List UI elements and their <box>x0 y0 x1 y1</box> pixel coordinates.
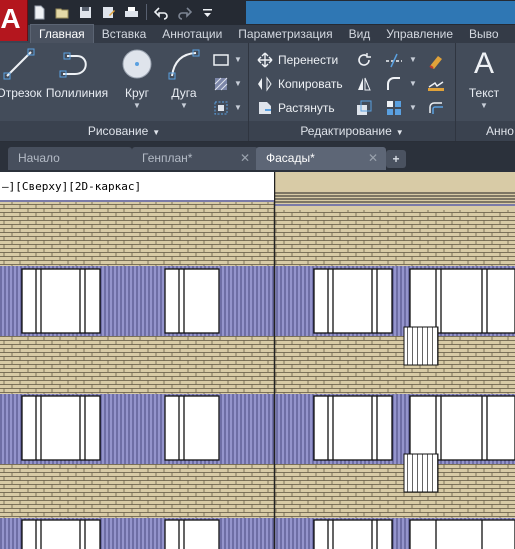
redo-icon[interactable] <box>175 3 194 22</box>
roof-cornice <box>274 172 515 210</box>
text-tool-label: Текст <box>468 86 500 100</box>
arc-icon <box>162 47 206 81</box>
stretch-tool-button[interactable]: Растянуть <box>257 97 335 119</box>
scale-icon[interactable] <box>353 97 375 119</box>
close-icon[interactable]: ✕ <box>240 147 250 170</box>
hatch-icon[interactable] <box>210 73 232 95</box>
title-bar: A <box>0 0 515 41</box>
fillet-icon[interactable] <box>383 73 405 95</box>
circle-tool-button[interactable]: Круг ▼ <box>114 47 160 110</box>
hatch-dropdown-icon[interactable]: ▼ <box>234 79 242 88</box>
ribbon-tab-bar: Главная Вставка Аннотации Параметризация… <box>30 24 515 44</box>
trim-dropdown-icon[interactable]: ▼ <box>409 55 417 64</box>
stretch-icon <box>259 102 271 114</box>
stretch-tool-label: Растянуть <box>278 101 335 115</box>
open-icon[interactable] <box>53 3 72 22</box>
array-dropdown-icon[interactable]: ▼ <box>409 103 417 112</box>
tab-annotate[interactable]: Аннотации <box>154 25 230 43</box>
tab-insert[interactable]: Вставка <box>94 25 155 43</box>
polyline-tool-button[interactable]: Полилиния <box>44 47 110 100</box>
doc-tab-label: Начало <box>18 151 60 165</box>
doc-tab-genplan[interactable]: Генплан* ✕ <box>132 147 258 170</box>
line-tool-label: Отрезок <box>0 86 42 100</box>
arc-tool-button[interactable]: Дуга ▼ <box>162 47 206 110</box>
chevron-down-icon: ▼ <box>395 128 404 137</box>
toolbar-separator <box>146 4 147 20</box>
explode-icon[interactable] <box>425 73 447 95</box>
mirror-icon[interactable] <box>353 73 375 95</box>
new-icon[interactable] <box>30 3 49 22</box>
facade-drawing <box>0 172 515 549</box>
rotate-icon[interactable] <box>353 49 375 71</box>
customize-dropdown-icon[interactable] <box>198 3 217 22</box>
arc-tool-label: Дуга <box>171 86 197 100</box>
circle-icon <box>114 47 160 81</box>
rectangle-icon[interactable] <box>210 49 232 71</box>
balcony-railing-2 <box>403 453 439 493</box>
draw-panel: Отрезок Полилиния Круг ▼ Дуга ▼ ▼ ▼ ▼ Ри… <box>0 43 249 141</box>
region-dropdown-icon[interactable]: ▼ <box>234 103 242 112</box>
print-icon[interactable] <box>122 3 141 22</box>
modify-panel-title-text: Редактирование <box>300 124 392 138</box>
fillet-dropdown-icon[interactable]: ▼ <box>409 79 417 88</box>
close-icon[interactable]: ✕ <box>368 147 378 170</box>
ribbon: Отрезок Полилиния Круг ▼ Дуга ▼ ▼ ▼ ▼ Ри… <box>0 43 515 142</box>
array-icon[interactable] <box>383 97 405 119</box>
annotation-panel-title-text: Анно <box>486 124 514 138</box>
move-tool-label: Перенести <box>278 53 339 67</box>
doc-tab-facades[interactable]: Фасады* ✕ <box>256 147 386 170</box>
text-tool-button[interactable]: A Текст ▼ <box>460 47 508 110</box>
tab-parametric[interactable]: Параметризация <box>230 25 340 43</box>
text-dropdown-icon[interactable]: ▼ <box>460 101 508 110</box>
arc-dropdown-icon[interactable]: ▼ <box>162 101 206 110</box>
move-icon <box>257 52 273 68</box>
draw-panel-title[interactable]: Рисование ▼ <box>0 121 248 141</box>
text-icon: A <box>473 47 494 80</box>
application-menu-button[interactable]: A <box>0 0 28 41</box>
copy-tool-label: Копировать <box>278 77 343 91</box>
tab-view[interactable]: Вид <box>341 25 379 43</box>
undo-icon[interactable] <box>152 3 171 22</box>
save-icon[interactable] <box>76 3 95 22</box>
viewport-controls-label[interactable]: –][Сверху][2D-каркас] <box>0 172 274 202</box>
offset-icon[interactable] <box>425 97 447 119</box>
line-icon <box>0 47 46 81</box>
quick-access-toolbar <box>30 2 217 22</box>
tab-output[interactable]: Выво <box>461 25 507 43</box>
doc-tab-start[interactable]: Начало <box>8 147 132 170</box>
balcony-railing-1 <box>403 326 439 366</box>
polyline-icon <box>44 47 110 81</box>
circle-tool-label: Круг <box>125 86 149 100</box>
annotation-panel-title[interactable]: Анно <box>456 121 515 141</box>
tab-manage[interactable]: Управление <box>378 25 461 43</box>
line-tool-button[interactable]: Отрезок <box>0 47 46 100</box>
title-bar-info-area <box>246 1 515 24</box>
circle-dropdown-icon[interactable]: ▼ <box>114 101 160 110</box>
region-icon[interactable] <box>210 97 232 119</box>
new-tab-button[interactable]: + <box>386 150 406 168</box>
doc-tab-label: Генплан* <box>142 151 193 165</box>
rectangle-dropdown-icon[interactable]: ▼ <box>234 55 242 64</box>
copy-icon <box>258 76 272 92</box>
modify-panel: Перенести Копировать Растянуть ▼ ▼ ▼ Ред… <box>249 43 456 141</box>
draw-panel-title-text: Рисование <box>87 124 149 138</box>
move-tool-button[interactable]: Перенести <box>257 49 338 71</box>
trim-icon[interactable] <box>383 49 405 71</box>
tab-home[interactable]: Главная <box>30 24 94 44</box>
modify-panel-title[interactable]: Редактирование ▼ <box>249 121 455 141</box>
save-as-icon[interactable] <box>99 3 118 22</box>
polyline-tool-label: Полилиния <box>45 86 109 100</box>
document-tab-bar: Начало Генплан* ✕ Фасады* ✕ + <box>0 142 515 172</box>
annotation-panel: A Текст ▼ Анно <box>456 43 515 141</box>
chevron-down-icon: ▼ <box>152 128 161 137</box>
copy-tool-button[interactable]: Копировать <box>257 73 343 95</box>
erase-icon[interactable] <box>425 49 447 71</box>
doc-tab-label: Фасады* <box>266 151 315 165</box>
drawing-canvas[interactable]: –][Сверху][2D-каркас] <box>0 172 515 549</box>
